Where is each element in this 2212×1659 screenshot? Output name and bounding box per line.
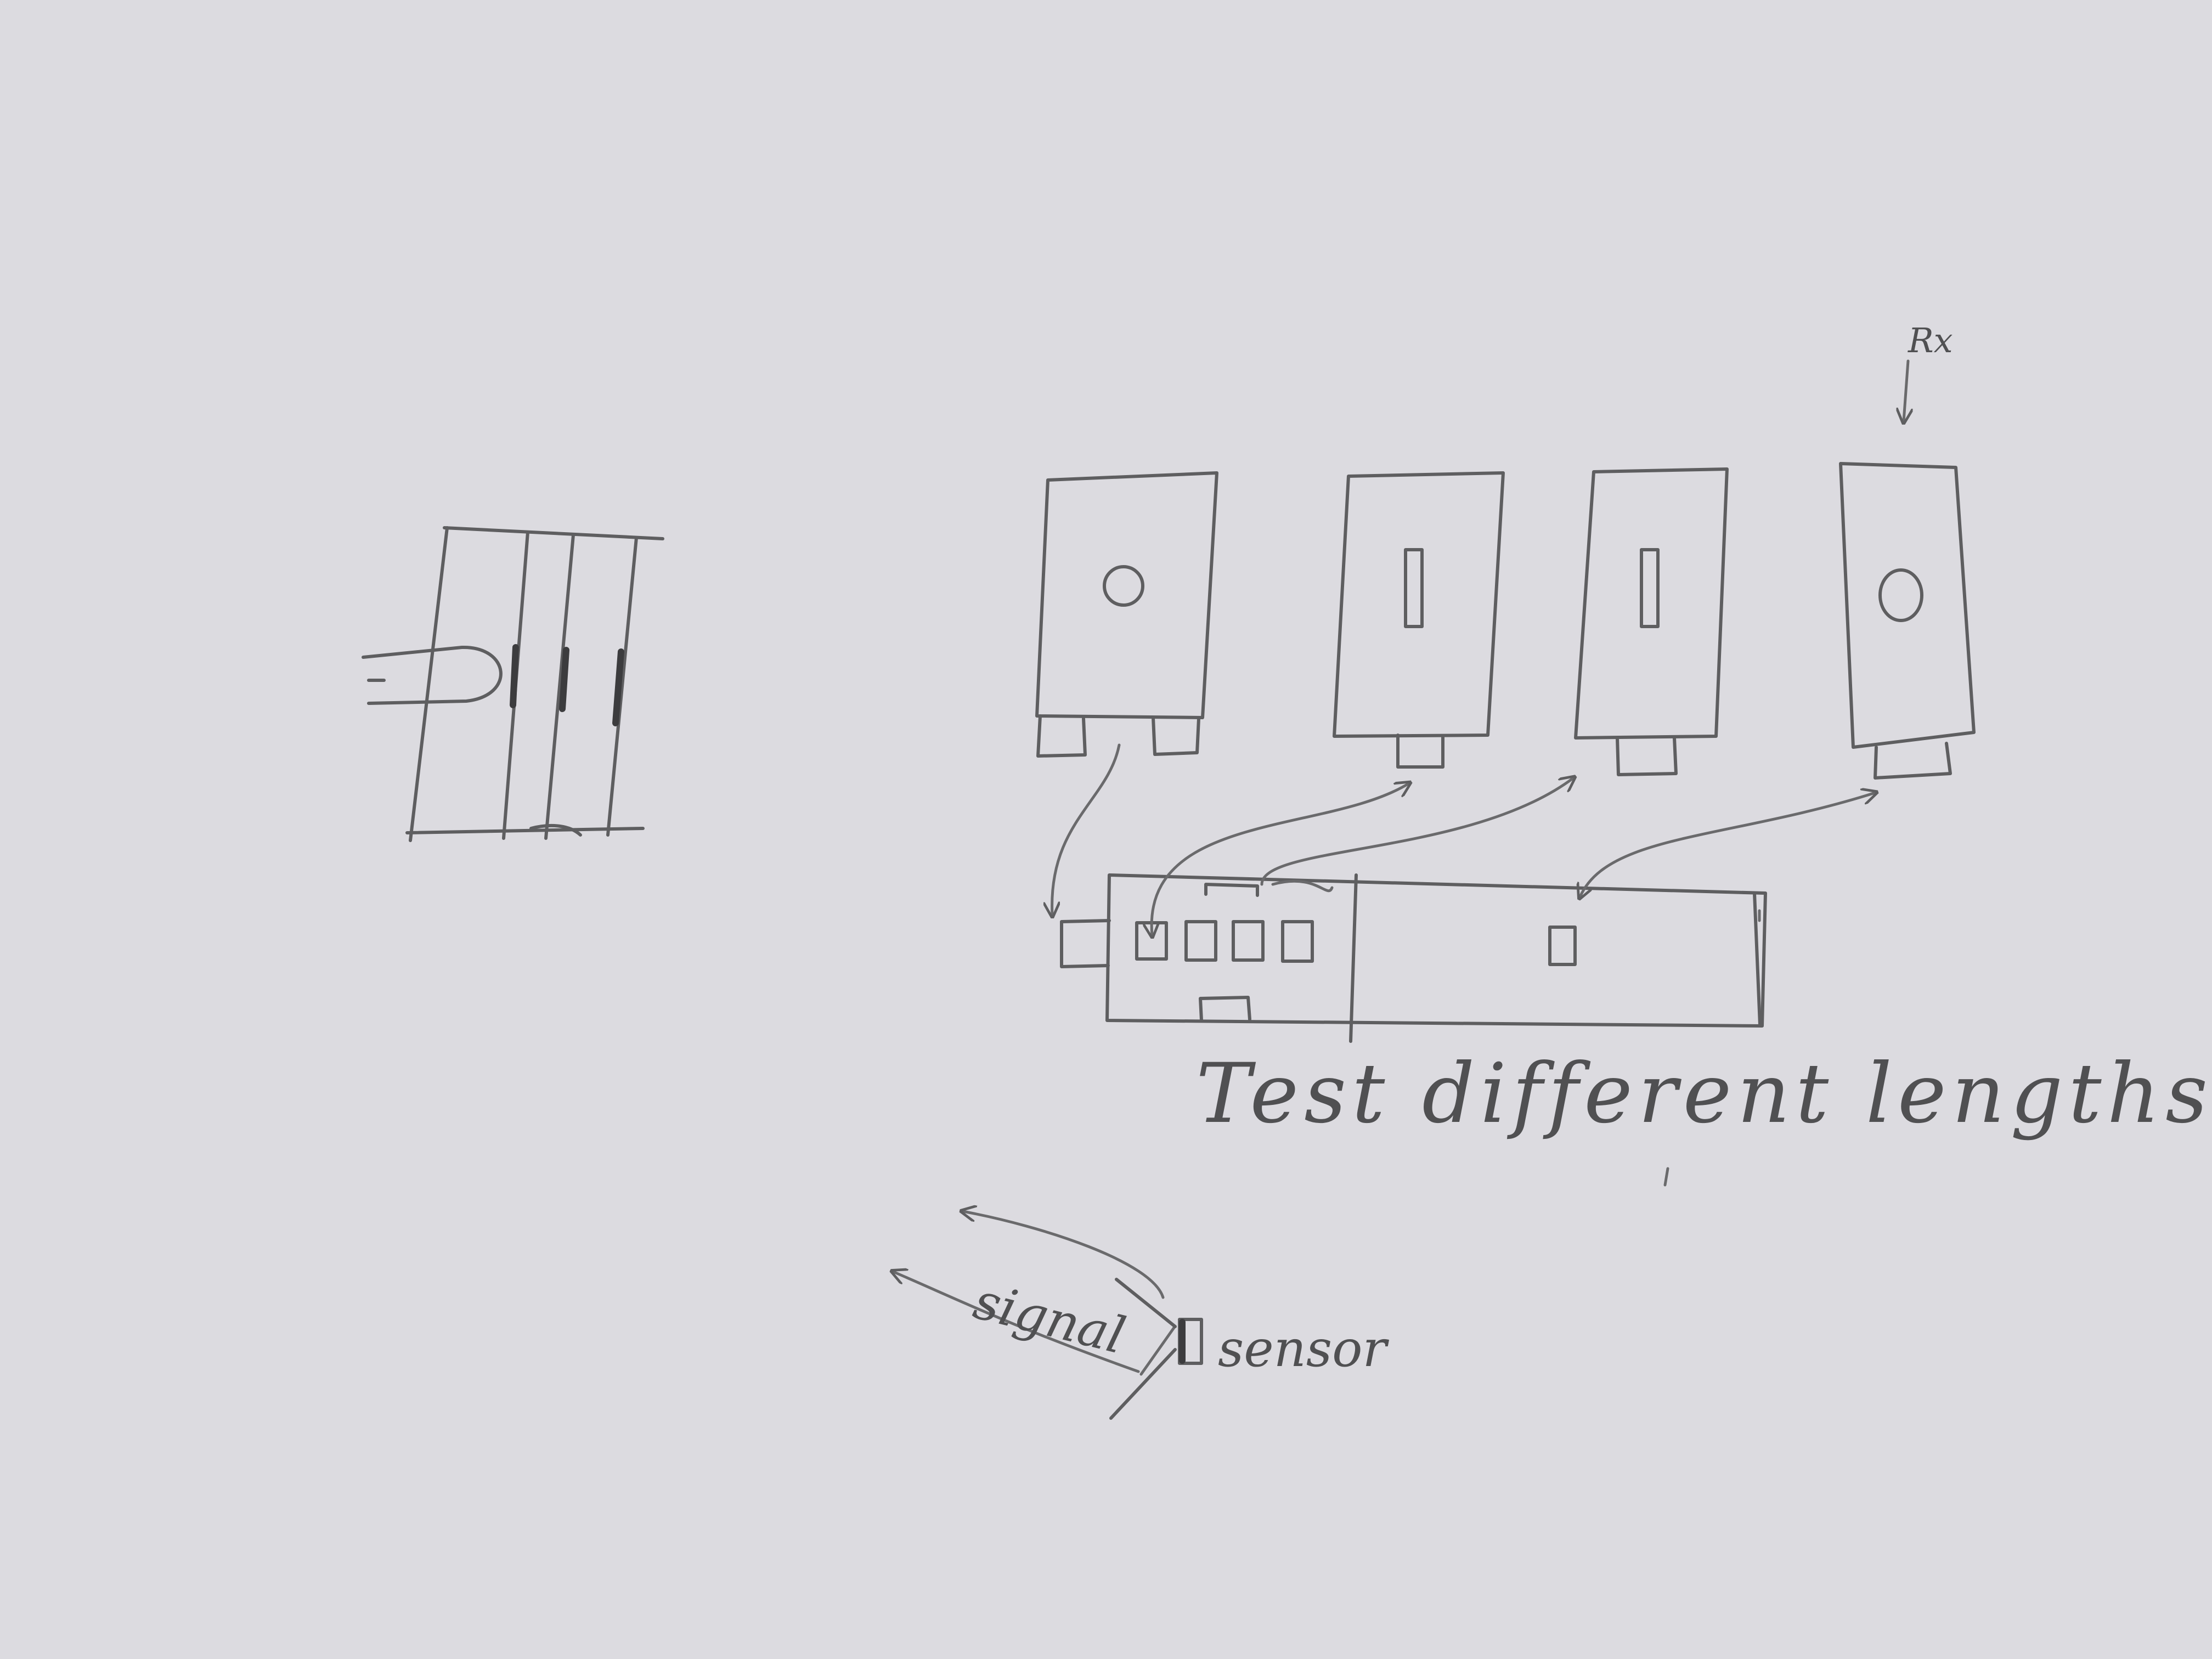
board-socket-4 bbox=[1281, 920, 1314, 963]
rx-label: Rx bbox=[1908, 320, 1953, 360]
connection-arrows bbox=[1052, 743, 1875, 935]
caption-underline-stroke bbox=[1663, 1167, 1669, 1187]
rx-down-arrow bbox=[1904, 359, 1908, 421]
sensor-label: sensor bbox=[1218, 1319, 1390, 1378]
test-board bbox=[1060, 873, 1767, 1043]
board-socket-2 bbox=[1184, 920, 1217, 962]
signal-label: signal bbox=[968, 1272, 1131, 1365]
module-2 bbox=[1333, 471, 1505, 769]
board-socket-3 bbox=[1232, 920, 1265, 962]
sketch-sheet: Rx Test different lengths signal sensor bbox=[0, 0, 2212, 1659]
module-3 bbox=[1574, 467, 1729, 776]
module-1 bbox=[1035, 471, 1218, 758]
caption-text: Test different lengths bbox=[1196, 1046, 2212, 1142]
module-4 bbox=[1839, 462, 1976, 780]
stacked-panels-sketch bbox=[362, 526, 664, 842]
board-receiver-socket bbox=[1548, 926, 1577, 966]
